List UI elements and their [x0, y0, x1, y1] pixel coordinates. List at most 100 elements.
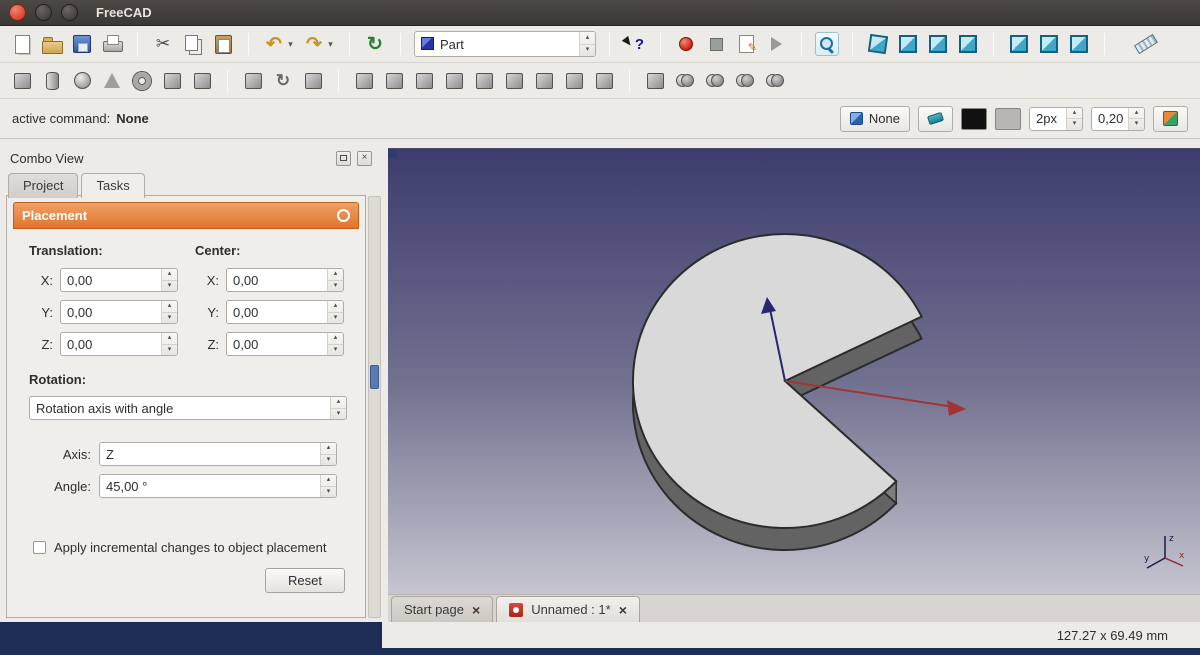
tab-unnamed-document[interactable]: Unnamed : 1* ×: [496, 596, 640, 622]
combo-arrows[interactable]: ▴▾: [330, 397, 346, 419]
view-left-icon[interactable]: [1067, 32, 1091, 56]
redo-icon[interactable]: [302, 32, 326, 56]
tasks-scrollbar[interactable]: [368, 196, 381, 618]
view-axonometric-icon[interactable]: [866, 32, 890, 56]
print-icon[interactable]: [100, 32, 124, 56]
arrow-down-icon[interactable]: ▾: [331, 409, 346, 420]
spinner-arrows[interactable]: ▴▾: [327, 333, 343, 355]
arrow-up-icon[interactable]: ▴: [162, 301, 177, 313]
cone-icon[interactable]: [100, 69, 124, 93]
compound-icon[interactable]: [643, 69, 667, 93]
cut-icon[interactable]: [151, 32, 175, 56]
section-icon[interactable]: [502, 69, 526, 93]
spinner-arrows[interactable]: ▴▾: [161, 269, 177, 291]
torus-icon[interactable]: [130, 69, 154, 93]
close-tab-icon[interactable]: ×: [619, 603, 627, 617]
view-top-icon[interactable]: [926, 32, 950, 56]
scrollbar-thumb[interactable]: [370, 365, 379, 389]
arrow-up-icon[interactable]: ▴: [162, 333, 177, 345]
spinner-arrows[interactable]: ▴▾: [161, 333, 177, 355]
spinner-arrows[interactable]: ▴▾: [320, 475, 336, 497]
axis-combobox[interactable]: Z ▴▾: [99, 442, 337, 466]
fit-all-icon[interactable]: [815, 32, 839, 56]
cross-sections-icon[interactable]: [532, 69, 556, 93]
autogroup-button[interactable]: None: [840, 106, 910, 132]
extrude-icon[interactable]: [241, 69, 265, 93]
dock-float-button[interactable]: [336, 151, 351, 166]
window-maximize-button[interactable]: [61, 4, 78, 21]
apply-incremental-checkbox[interactable]: [33, 541, 46, 554]
reset-button[interactable]: Reset: [265, 568, 345, 593]
center-z-input[interactable]: 0,00 ▴▾: [226, 332, 344, 356]
ruled-surface-icon[interactable]: [412, 69, 436, 93]
tab-start-page[interactable]: Start page ×: [391, 596, 493, 622]
arrow-down-icon[interactable]: ▾: [162, 281, 177, 292]
revolve-icon[interactable]: [271, 69, 295, 93]
arrow-down-icon[interactable]: ▾: [328, 313, 343, 324]
arrow-up-icon[interactable]: ▴: [1129, 108, 1144, 120]
chamfer-icon[interactable]: [382, 69, 406, 93]
loft-icon[interactable]: [442, 69, 466, 93]
panel-help-icon[interactable]: [337, 209, 350, 222]
angle-spinner[interactable]: 45,00 ° ▴▾: [99, 474, 337, 498]
whats-this-icon[interactable]: [623, 32, 647, 56]
workbench-selector[interactable]: Part ▴ ▾: [414, 31, 596, 57]
center-y-input[interactable]: 0,00 ▴▾: [226, 300, 344, 324]
shape-builder-icon[interactable]: [190, 69, 214, 93]
center-x-input[interactable]: 0,00 ▴▾: [226, 268, 344, 292]
refresh-icon[interactable]: [363, 32, 387, 56]
line-color-swatch[interactable]: [961, 108, 987, 130]
mirror-icon[interactable]: [301, 69, 325, 93]
arrow-down-icon[interactable]: ▾: [1067, 119, 1082, 130]
arrow-up-icon[interactable]: ▴: [328, 301, 343, 313]
thickness-icon[interactable]: [592, 69, 616, 93]
combo-arrows[interactable]: ▴ ▾: [579, 32, 595, 56]
cylinder-icon[interactable]: [40, 69, 64, 93]
macro-play-icon[interactable]: [764, 32, 788, 56]
view-bottom-icon[interactable]: [1037, 32, 1061, 56]
fillet-icon[interactable]: [352, 69, 376, 93]
create-primitives-icon[interactable]: [160, 69, 184, 93]
arrow-down-icon[interactable]: ▾: [162, 345, 177, 356]
apply-incremental-row[interactable]: Apply incremental changes to object plac…: [21, 540, 351, 555]
arrow-up-icon[interactable]: ▴: [321, 475, 336, 487]
view-front-icon[interactable]: [896, 32, 920, 56]
cut-icon[interactable]: [703, 69, 727, 93]
text-size-spinner[interactable]: 0,20 ▴ ▾: [1091, 107, 1145, 131]
boolean-icon[interactable]: [673, 69, 697, 93]
arrow-down-icon[interactable]: ▾: [328, 345, 343, 356]
arrow-down-icon[interactable]: ▾: [162, 313, 177, 324]
rotation-mode-combobox[interactable]: Rotation axis with angle ▴▾: [29, 396, 347, 420]
arrow-up-icon[interactable]: ▴: [328, 269, 343, 281]
new-file-icon[interactable]: [10, 32, 34, 56]
spinner-arrows[interactable]: ▴▾: [327, 269, 343, 291]
macro-stop-icon[interactable]: [704, 32, 728, 56]
close-tab-icon[interactable]: ×: [472, 603, 480, 617]
open-file-icon[interactable]: [40, 32, 64, 56]
union-icon[interactable]: [733, 69, 757, 93]
view-right-icon[interactable]: [956, 32, 980, 56]
spinner-arrows[interactable]: ▴▾: [327, 301, 343, 323]
paste-icon[interactable]: [211, 32, 235, 56]
spinner-arrows[interactable]: ▴ ▾: [1066, 108, 1082, 130]
tab-tasks[interactable]: Tasks: [81, 173, 144, 198]
offset-icon[interactable]: [562, 69, 586, 93]
measure-distance-icon[interactable]: [1134, 32, 1158, 56]
copy-icon[interactable]: [181, 32, 205, 56]
window-close-button[interactable]: [9, 4, 26, 21]
intersection-icon[interactable]: [763, 69, 787, 93]
undo-dropdown-icon[interactable]: [285, 32, 296, 56]
construction-mode-button[interactable]: [1153, 106, 1188, 132]
arrow-down-icon[interactable]: ▾: [321, 487, 336, 498]
apply-style-button[interactable]: [918, 106, 953, 132]
arrow-down-icon[interactable]: ▾: [321, 455, 336, 466]
arrow-up-icon[interactable]: ▴: [328, 333, 343, 345]
sweep-icon[interactable]: [472, 69, 496, 93]
box-icon[interactable]: [10, 69, 34, 93]
spinner-arrows[interactable]: ▴▾: [161, 301, 177, 323]
macro-record-icon[interactable]: [674, 32, 698, 56]
redo-dropdown-icon[interactable]: [325, 32, 336, 56]
translation-y-input[interactable]: 0,00 ▴▾: [60, 300, 178, 324]
translation-z-input[interactable]: 0,00 ▴▾: [60, 332, 178, 356]
arrow-down-icon[interactable]: ▾: [1129, 119, 1144, 130]
